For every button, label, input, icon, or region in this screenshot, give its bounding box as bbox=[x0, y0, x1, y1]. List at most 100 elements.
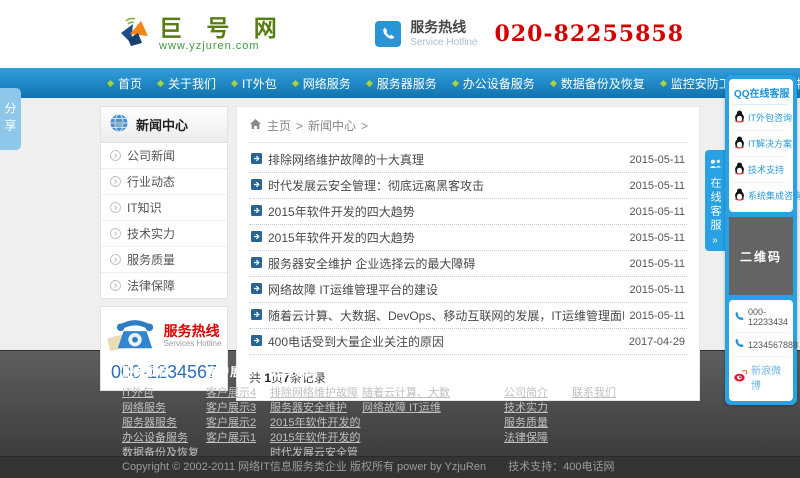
footer-column: 联系我们 联系我们 bbox=[572, 363, 700, 456]
weibo-icon bbox=[734, 369, 748, 385]
online-tab-label: 在线客服 bbox=[707, 177, 723, 233]
sidebar-category-item[interactable]: › 法律保障 bbox=[101, 272, 227, 298]
footer-column-title: IT知识 bbox=[450, 363, 504, 380]
news-title[interactable]: 时代发展云安全管理：彻底远离黑客攻击 bbox=[268, 177, 624, 194]
handset-icon bbox=[734, 338, 745, 351]
footer-link[interactable]: 随着云计算、大数 bbox=[362, 386, 450, 401]
site-logo[interactable]: 巨 号 网 www.yzjuren.com bbox=[116, 15, 286, 54]
footer-link[interactable]: 客户展示2 bbox=[206, 416, 270, 431]
footer-link[interactable]: 服务器安全维护 bbox=[270, 401, 362, 416]
logo-icon bbox=[116, 15, 154, 54]
news-title[interactable]: 2015年软件开发的四大趋势 bbox=[268, 203, 624, 220]
news-bullet-icon bbox=[251, 283, 262, 297]
news-title[interactable]: 网络故障 IT运维管理平台的建设 bbox=[268, 281, 624, 298]
news-date: 2017-04-29 bbox=[629, 336, 685, 348]
news-date: 2015-05-11 bbox=[630, 284, 685, 296]
logo-title: 巨 号 网 bbox=[159, 16, 286, 40]
news-list-item[interactable]: 时代发展云安全管理：彻底远离黑客攻击 2015-05-11 bbox=[249, 173, 687, 199]
footer-column: 行业动态 随着云计算、大数 网络故障 IT运维 bbox=[362, 363, 450, 456]
nav-item[interactable]: 数据备份及恢复 bbox=[543, 68, 653, 98]
news-list-item[interactable]: 2015年软件开发的四大趋势 2015-05-11 bbox=[249, 199, 687, 225]
news-list-item[interactable]: 网络故障 IT运维管理平台的建设 2015-05-11 bbox=[249, 277, 687, 303]
breadcrumb-current[interactable]: 新闻中心 bbox=[308, 117, 356, 134]
news-title[interactable]: 随着云计算、大数据、DevOps、移动互联网的发展，IT运维管理面临 bbox=[268, 307, 624, 324]
globe-icon bbox=[109, 113, 129, 136]
news-list-item[interactable]: 随着云计算、大数据、DevOps、移动互联网的发展，IT运维管理面临 2015-… bbox=[249, 303, 687, 329]
sidebar-category-item[interactable]: › 公司新闻 bbox=[101, 143, 227, 168]
news-list-item[interactable]: 400电话受到大量企业关注的原因 2017-04-29 bbox=[249, 329, 687, 355]
news-title[interactable]: 400电话受到大量企业关注的原因 bbox=[268, 333, 623, 350]
qq-penguin-icon bbox=[734, 110, 745, 125]
footer-link[interactable]: 2015年软件开发的 bbox=[270, 416, 362, 431]
site-header: 巨 号 网 www.yzjuren.com 服务热线 Service Hotli… bbox=[0, 0, 800, 68]
footer-link[interactable]: 排除网络维护故障 bbox=[270, 386, 362, 401]
qq-service-item[interactable]: IT外包咨询 bbox=[734, 105, 788, 131]
qq-service-item[interactable]: 技术支持 bbox=[734, 157, 788, 183]
footer-column: 服务项目 IT外包 网络服务 服务器服务 办公设备服务 数据备份及恢复 bbox=[122, 363, 206, 456]
news-list-item[interactable]: 排除网络维护故障的十大真理 2015-05-11 bbox=[249, 147, 687, 173]
news-title[interactable]: 排除网络维护故障的十大真理 bbox=[268, 151, 624, 168]
footer-link[interactable]: 办公设备服务 bbox=[122, 431, 206, 446]
sidebar-hotline-label-en: Services Hotline bbox=[164, 339, 222, 348]
diamond-bullet-icon bbox=[550, 79, 557, 86]
news-title[interactable]: 服务器安全维护 企业选择云的最大障碍 bbox=[268, 255, 624, 272]
share-tab[interactable]: 分享 bbox=[0, 88, 21, 150]
footer-link[interactable]: 客户展示1 bbox=[206, 431, 270, 446]
qq-penguin-icon bbox=[734, 188, 745, 203]
chevron-right-icon: › bbox=[110, 176, 121, 187]
copyright-bar: Copyright © 2002-2011 网络IT信息服务类企业 版权所有 p… bbox=[0, 456, 800, 478]
news-list: 排除网络维护故障的十大真理 2015-05-11 时代发展云安全管理：彻底远离黑… bbox=[249, 147, 687, 355]
diamond-bullet-icon bbox=[452, 79, 459, 86]
nav-item[interactable]: 网络服务 bbox=[285, 68, 359, 98]
footer-column-title: 关于我们 bbox=[504, 363, 572, 380]
footer-link[interactable]: IT外包 bbox=[122, 386, 206, 401]
diamond-bullet-icon bbox=[660, 79, 667, 86]
footer-link[interactable]: 网络故障 IT运维 bbox=[362, 401, 450, 416]
news-list-item[interactable]: 2015年软件开发的四大趋势 2015-05-11 bbox=[249, 225, 687, 251]
news-bullet-icon bbox=[251, 335, 262, 349]
news-title[interactable]: 2015年软件开发的四大趋势 bbox=[268, 229, 624, 246]
phone-icon bbox=[375, 21, 401, 47]
header-hotline: 服务热线 Service Hotline 020-82255858 bbox=[375, 19, 684, 49]
footer-link[interactable]: 联系我们 bbox=[572, 386, 700, 401]
online-service-tab[interactable]: 在线客服 » bbox=[705, 150, 725, 251]
weibo-link[interactable]: 新浪微博 bbox=[733, 357, 789, 397]
nav-item[interactable]: 服务器服务 bbox=[359, 68, 445, 98]
chevron-right-icon: › bbox=[110, 254, 121, 265]
nav-item[interactable]: 关于我们 bbox=[150, 68, 224, 98]
footer-link[interactable]: 2015年软件开发的 bbox=[270, 431, 362, 446]
sidebar-category-item[interactable]: › IT知识 bbox=[101, 194, 227, 220]
footer-link[interactable]: 客户展示4 bbox=[206, 386, 270, 401]
qq-service-item[interactable]: IT解决方案 bbox=[734, 131, 788, 157]
news-bullet-icon bbox=[251, 309, 262, 323]
sidebar-category-item[interactable]: › 行业动态 bbox=[101, 168, 227, 194]
sidebar-category-item[interactable]: › 服务质量 bbox=[101, 246, 227, 272]
panel-phone-row: 1234567888 bbox=[733, 333, 789, 357]
footer-column-title: 行业动态 bbox=[362, 363, 450, 380]
news-bullet-icon bbox=[251, 231, 262, 245]
footer-link[interactable]: 公司简介 bbox=[504, 386, 572, 401]
qq-service-item[interactable]: 系统集成咨询 bbox=[734, 183, 788, 208]
news-date: 2015-05-11 bbox=[630, 154, 685, 166]
breadcrumb-home[interactable]: 主页 bbox=[267, 117, 291, 134]
nav-item[interactable]: 首页 bbox=[100, 68, 150, 98]
footer-link[interactable]: 时代发展云安全管 bbox=[270, 446, 362, 456]
sidebar-category-item[interactable]: › 技术实力 bbox=[101, 220, 227, 246]
telephone-graphic-icon bbox=[107, 312, 163, 359]
footer-column-title: 联系我们 bbox=[572, 363, 700, 380]
footer-link[interactable]: 服务器服务 bbox=[122, 416, 206, 431]
footer-link[interactable]: 数据备份及恢复 bbox=[122, 446, 206, 456]
diamond-bullet-icon bbox=[157, 79, 164, 86]
sidebar-title: 新闻中心 bbox=[136, 115, 188, 134]
footer-link[interactable]: 客户展示3 bbox=[206, 401, 270, 416]
news-list-panel: 主页 > 新闻中心 > 排除网络维护故障的十大真理 2015-05-11 bbox=[236, 106, 700, 401]
footer-link[interactable]: 技术实力 bbox=[504, 401, 572, 416]
news-list-item[interactable]: 服务器安全维护 企业选择云的最大障碍 2015-05-11 bbox=[249, 251, 687, 277]
news-category-menu: 新闻中心 › 公司新闻 › 行业动态 bbox=[100, 106, 228, 299]
footer-link[interactable]: 法律保障 bbox=[504, 431, 572, 446]
footer-link[interactable]: 网络服务 bbox=[122, 401, 206, 416]
news-date: 2015-05-11 bbox=[630, 206, 685, 218]
nav-item[interactable]: 办公设备服务 bbox=[445, 68, 543, 98]
nav-item[interactable]: IT外包 bbox=[224, 68, 285, 98]
footer-link[interactable]: 服务质量 bbox=[504, 416, 572, 431]
